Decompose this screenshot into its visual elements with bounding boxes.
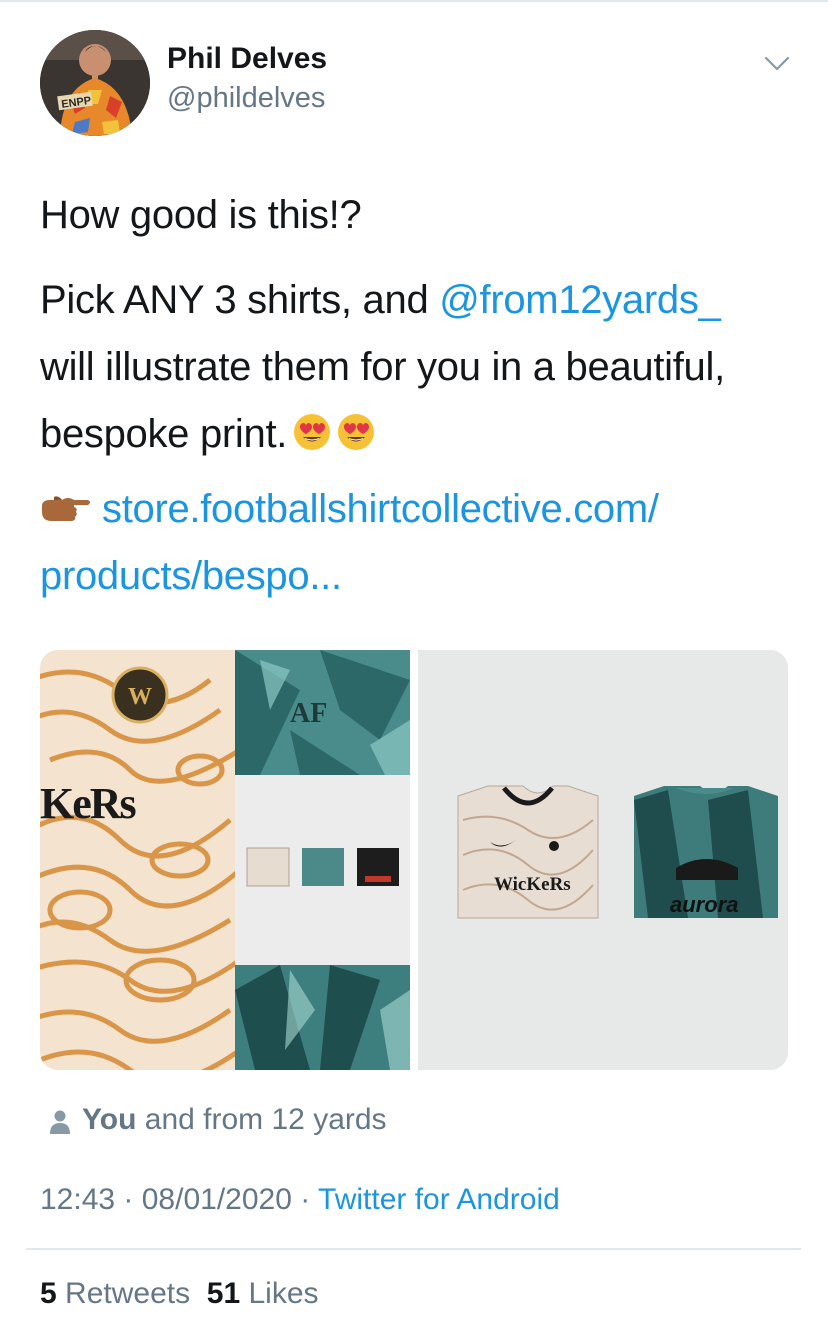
tweet-text-body: Pick ANY 3 shirts, and @from12yards_ wil… (40, 267, 800, 468)
retweets-count: 5 (40, 1277, 57, 1310)
tweet-media: W KeRs AF WicKeRs aurora (40, 650, 788, 1070)
tweet-stats: 5 Retweets 51 Likes (40, 1277, 319, 1311)
media-image-right[interactable]: WicKeRs aurora (418, 650, 788, 1070)
left-image-text: KeRs (40, 779, 137, 828)
tweet-text-part2: will illustrate them for you in a beauti… (40, 345, 725, 456)
user-handle[interactable]: @phildelves (167, 82, 325, 115)
right-image-text-1: WicKeRs (494, 874, 571, 895)
heart-eyes-emoji (338, 414, 375, 450)
media-image-left[interactable]: W KeRs AF (40, 650, 410, 1070)
shirt-collage-image: W KeRs AF (40, 650, 410, 1070)
tweet-header: ENPP Phil Delves @phildelves (40, 30, 800, 140)
tweet-meta: 12:43 · 08/01/2020 · Twitter for Android (40, 1183, 560, 1217)
top-border (0, 0, 828, 2)
meta-separator: · (291, 1183, 319, 1216)
tweet-link-block: store.footballshirtcollective.com/produc… (40, 476, 800, 610)
mention-link[interactable]: @from12yards_ (439, 278, 721, 322)
social-context-you: You (82, 1103, 137, 1136)
tweet-text: How good is this!? Pick ANY 3 shirts, an… (40, 182, 800, 468)
tweet-date: 08/01/2020 (141, 1183, 292, 1216)
avatar-image: ENPP (40, 30, 150, 136)
likes-label: Likes (248, 1277, 319, 1310)
svg-text:AF: AF (290, 698, 327, 729)
tweet-text-part1: Pick ANY 3 shirts, and (40, 278, 440, 322)
social-context[interactable]: You and from 12 yards (82, 1103, 387, 1137)
tweet-url-line1: store.footballshirtcollective.com/ (102, 487, 659, 531)
tweet-url-link[interactable]: store.footballshirtcollective.com/produc… (40, 487, 659, 598)
meta-separator: · (115, 1183, 142, 1216)
shirt-print-image: WicKeRs aurora (418, 650, 788, 1070)
display-name[interactable]: Phil Delves (167, 42, 327, 76)
likes-stat[interactable]: 51 Likes (207, 1277, 319, 1310)
avatar[interactable]: ENPP (40, 30, 150, 136)
tweet-url-line2: products/bespo... (40, 554, 342, 598)
svg-text:W: W (128, 684, 152, 710)
right-image-text-2: aurora (670, 892, 738, 917)
retweets-label: Retweets (65, 1277, 191, 1310)
divider (26, 1248, 801, 1250)
chevron-down-icon[interactable] (763, 52, 791, 74)
social-context-rest: and from 12 yards (136, 1103, 387, 1136)
pointing-right-emoji (42, 496, 90, 521)
tweet-time: 12:43 (40, 1183, 116, 1216)
likes-count: 51 (206, 1277, 241, 1310)
tweet-source-link[interactable]: Twitter for Android (318, 1183, 560, 1216)
tweet-text-line1: How good is this!? (40, 193, 362, 237)
retweets-stat[interactable]: 5 Retweets (40, 1277, 190, 1310)
heart-eyes-emoji (294, 414, 331, 450)
person-icon (50, 1110, 70, 1134)
